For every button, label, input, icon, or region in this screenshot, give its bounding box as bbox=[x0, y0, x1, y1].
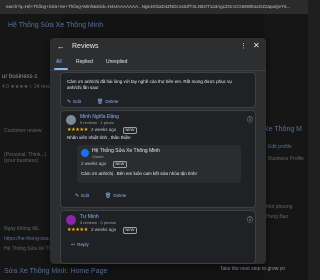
delete-label: Delete bbox=[105, 99, 119, 104]
review-text: Nhân viên nhiệt tình , thân thiện bbox=[67, 135, 131, 140]
reply-label: Reply bbox=[77, 242, 89, 247]
dialog-title: Reviews bbox=[72, 43, 99, 50]
tab-unreplied[interactable]: Unreplied bbox=[106, 59, 127, 65]
review-time: 2 weeks ago bbox=[91, 227, 117, 232]
active-tab-indicator bbox=[54, 68, 68, 70]
edit-reply-button[interactable]: ✎ Edit bbox=[75, 193, 89, 199]
browser-url-bar[interactable]: earch?q=Hệ+Thống+Sửa+Xe+Thông+Minh&stick… bbox=[0, 0, 308, 14]
review-card-1: Minh Nghĩa Đặng 5 reviews · 1 photo ⓘ ★★… bbox=[60, 110, 256, 208]
delete-icon: 🗑 bbox=[97, 99, 104, 105]
info-icon[interactable]: ⓘ bbox=[247, 215, 253, 224]
avatar bbox=[66, 115, 76, 125]
edit-icon: ✎ bbox=[75, 193, 80, 199]
tab-all[interactable]: All bbox=[56, 59, 62, 65]
delete-reply-button[interactable]: 🗑 Delete bbox=[97, 99, 118, 105]
edit-label: Edit bbox=[73, 99, 81, 104]
review-time: 2 weeks ago bbox=[91, 127, 117, 132]
delete-label: Delete bbox=[113, 193, 127, 198]
avatar bbox=[66, 215, 76, 225]
reviewer-meta: 5 reviews · 1 photo bbox=[80, 120, 114, 125]
back-arrow-icon[interactable]: ← bbox=[57, 42, 65, 51]
dialog-header: ← Reviews ⋮ ✕ bbox=[50, 38, 266, 56]
reviewer-meta: 5 reviews · 0 photos bbox=[80, 220, 116, 225]
reviews-dialog: ← Reviews ⋮ ✕ All Replied Unreplied Cảm … bbox=[50, 38, 266, 264]
owner-avatar bbox=[81, 149, 89, 157]
owner-reply-time: 2 weeks ago bbox=[81, 161, 107, 166]
new-badge: NEW bbox=[123, 127, 137, 134]
owner-reply-text: Cảm ơn anh/chị đã hài lòng với tay nghề … bbox=[67, 79, 232, 90]
close-icon[interactable]: ✕ bbox=[253, 41, 260, 50]
owner-reply-0: Cảm ơn anh/chị đã hài lòng với tay nghề … bbox=[61, 75, 255, 93]
rating-stars: ★★★★★ bbox=[67, 127, 88, 133]
edit-label: Edit bbox=[81, 193, 89, 198]
review-tabs: All Replied Unreplied bbox=[50, 56, 266, 71]
reply-button[interactable]: ↩ Reply bbox=[71, 242, 89, 248]
review-card-0: Cảm ơn anh/chị đã hài lòng với tay nghề … bbox=[60, 72, 256, 108]
rating-stars: ★★★★★ bbox=[67, 227, 88, 233]
owner-new-badge: NEW bbox=[113, 161, 127, 168]
owner-reply-text: Cảm ơn anh/chị . Bên em luôn cam kết sửa… bbox=[81, 171, 197, 176]
owner-role: Owner bbox=[92, 154, 104, 159]
tab-replied[interactable]: Replied bbox=[76, 59, 93, 65]
more-options-icon[interactable]: ⋮ bbox=[240, 42, 247, 50]
delete-icon: 🗑 bbox=[105, 193, 112, 199]
owner-reply-1: Hệ Thống Sửa Xe Thông Minh Owner 2 weeks… bbox=[77, 145, 241, 183]
info-icon[interactable]: ⓘ bbox=[247, 115, 253, 124]
reply-icon: ↩ bbox=[71, 242, 76, 248]
edit-reply-button[interactable]: ✎ Edit bbox=[67, 99, 81, 105]
delete-reply-button[interactable]: 🗑 Delete bbox=[105, 193, 126, 199]
edit-icon: ✎ bbox=[67, 99, 72, 105]
new-badge: NEW bbox=[123, 227, 137, 234]
review-card-2: Tư Minh 5 reviews · 0 photos ⓘ ★★★★★ 2 w… bbox=[60, 210, 256, 264]
